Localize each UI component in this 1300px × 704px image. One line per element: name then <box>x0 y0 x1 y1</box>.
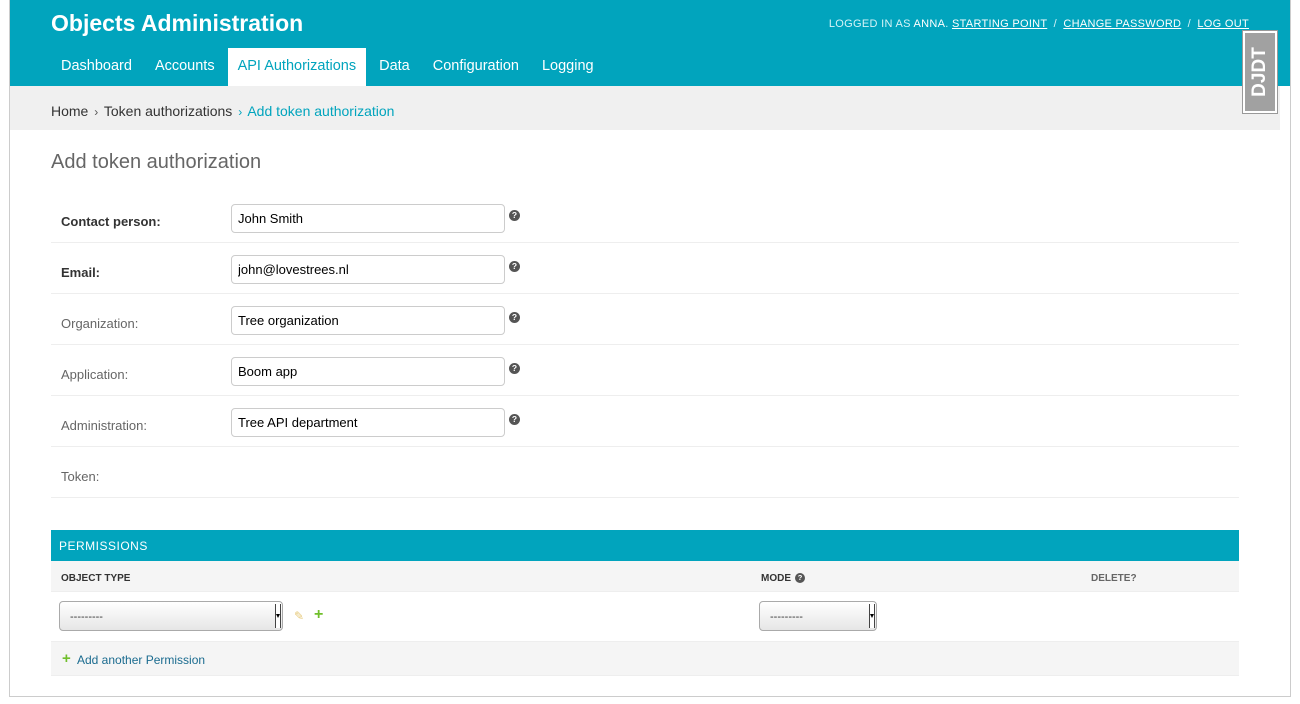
nav-accounts[interactable]: Accounts <box>145 48 225 86</box>
column-mode-label: MODE <box>761 573 791 584</box>
breadcrumb-separator: › <box>238 105 243 119</box>
username: ANNA <box>913 18 946 30</box>
permissions-header: PERMISSIONS <box>51 530 1239 561</box>
form-row-application: Application: ? <box>51 345 1239 396</box>
application-input[interactable] <box>231 357 505 386</box>
logged-in-prefix: LOGGED IN AS <box>828 18 911 30</box>
pencil-icon[interactable]: ✎ <box>294 609 304 623</box>
nav-api-authorizations[interactable]: API Authorizations <box>227 48 367 86</box>
debug-toolbar-logo: DJDT <box>1245 33 1275 111</box>
permissions-inline: PERMISSIONS OBJECT TYPE MODE? DELETE? --… <box>51 530 1239 676</box>
help-icon[interactable]: ? <box>509 363 520 374</box>
help-icon[interactable]: ? <box>509 261 520 272</box>
plus-icon[interactable]: + <box>62 650 71 667</box>
starting-point-link[interactable]: STARTING POINT <box>952 18 1047 30</box>
form-row-administration: Administration: ? <box>51 396 1239 447</box>
breadcrumb-separator: › <box>94 105 99 119</box>
contact-person-input[interactable] <box>231 204 505 233</box>
plus-icon[interactable]: + <box>314 606 323 624</box>
log-out-link[interactable]: LOG OUT <box>1197 18 1249 30</box>
help-icon[interactable]: ? <box>509 312 520 323</box>
form-row-contact-person: Contact person: ? <box>51 192 1239 243</box>
add-another-row: + Add another Permission <box>51 642 1239 676</box>
token-label: Token: <box>61 469 100 484</box>
breadcrumb-current: Add token authorization <box>247 103 395 119</box>
breadcrumb-token-authorizations[interactable]: Token authorizations <box>104 103 232 119</box>
page-title: Add token authorization <box>51 151 262 173</box>
debug-toolbar-label: DJDT <box>1249 47 1270 97</box>
nav-logging[interactable]: Logging <box>532 48 604 86</box>
help-icon[interactable]: ? <box>795 573 805 583</box>
email-input[interactable] <box>231 255 505 284</box>
add-another-permission-link[interactable]: Add another Permission <box>77 653 205 667</box>
breadcrumb-home[interactable]: Home <box>51 103 88 119</box>
debug-toolbar-handle[interactable]: DJDT <box>1242 30 1278 114</box>
form-row-email: Email: ? <box>51 243 1239 294</box>
email-label: Email: <box>61 265 101 280</box>
main-nav: Dashboard Accounts API Authorizations Da… <box>51 48 607 86</box>
column-object-type: OBJECT TYPE <box>61 573 131 584</box>
help-icon[interactable]: ? <box>509 210 520 221</box>
nav-data[interactable]: Data <box>369 48 420 86</box>
breadcrumb: Home › Token authorizations › Add token … <box>10 86 1280 130</box>
token-authorization-form: Contact person: ? Email: ? Organization:… <box>51 192 1239 498</box>
site-title[interactable]: Objects Administration <box>51 10 303 37</box>
nav-configuration[interactable]: Configuration <box>423 48 529 86</box>
nav-dashboard[interactable]: Dashboard <box>51 48 142 86</box>
separator: / <box>1187 18 1192 30</box>
vertical-scrollbar[interactable] <box>1290 0 1291 697</box>
permission-row: --------- ✎ + --------- <box>51 592 1239 642</box>
header: Objects Administration LOGGED IN AS ANNA… <box>10 0 1290 86</box>
object-type-select[interactable]: --------- <box>59 601 283 631</box>
change-password-link[interactable]: CHANGE PASSWORD <box>1063 18 1181 30</box>
separator: / <box>1053 18 1057 30</box>
column-mode: MODE? <box>761 573 805 584</box>
help-icon[interactable]: ? <box>509 414 520 425</box>
dropdown-caret-icon <box>869 604 875 628</box>
application-label: Application: <box>61 367 129 382</box>
mode-selected-value: --------- <box>770 611 803 623</box>
form-row-organization: Organization: ? <box>51 294 1239 345</box>
mode-select[interactable]: --------- <box>759 601 877 631</box>
administration-input[interactable] <box>231 408 505 437</box>
permissions-column-headers: OBJECT TYPE MODE? DELETE? <box>51 561 1239 592</box>
dropdown-caret-icon <box>275 604 281 628</box>
object-type-selected-value: --------- <box>70 611 103 623</box>
contact-person-label: Contact person: <box>61 214 161 229</box>
form-row-token: Token: <box>51 447 1239 498</box>
organization-input[interactable] <box>231 306 505 335</box>
column-delete: DELETE? <box>1091 573 1137 584</box>
administration-label: Administration: <box>61 418 147 433</box>
admin-window: Objects Administration LOGGED IN AS ANNA… <box>9 0 1291 697</box>
organization-label: Organization: <box>61 316 139 331</box>
user-tools: LOGGED IN AS ANNA. STARTING POINT / CHAN… <box>828 18 1249 30</box>
